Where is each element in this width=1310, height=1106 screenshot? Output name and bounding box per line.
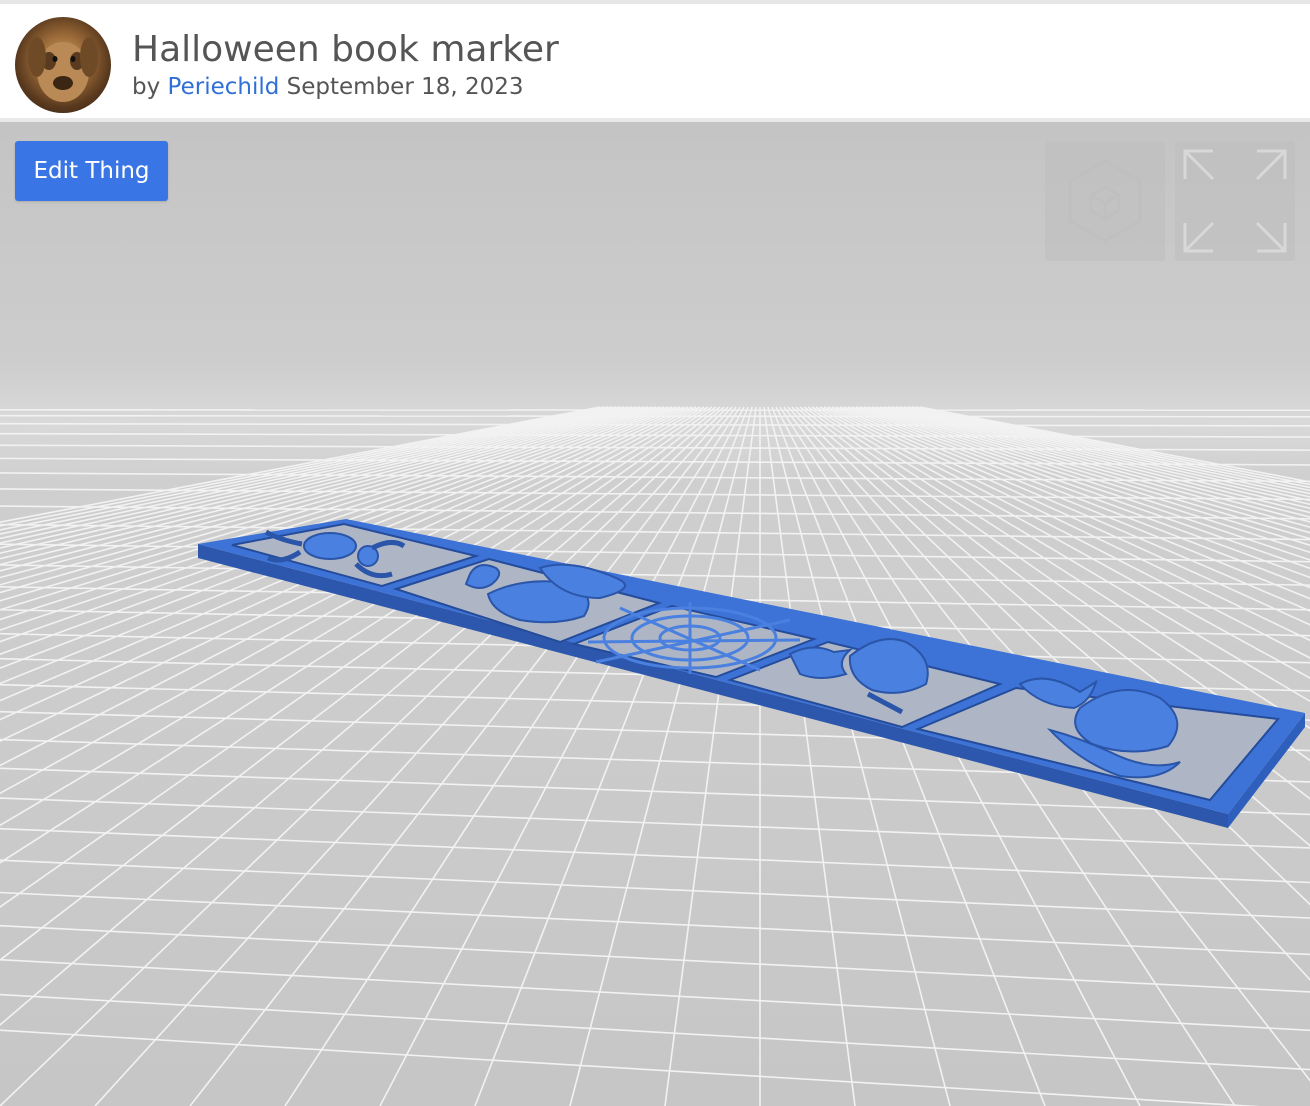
by-prefix: by	[132, 74, 161, 100]
byline: by Periechild September 18, 2023	[132, 72, 524, 102]
fullscreen-button[interactable]	[1175, 141, 1295, 261]
fullscreen-icon	[1183, 149, 1287, 253]
author-link[interactable]: Periechild	[168, 74, 280, 100]
viewer-scene	[0, 406, 1310, 1106]
edit-thing-button[interactable]: Edit Thing	[15, 141, 168, 201]
page: Halloween book marker by Periechild Sept…	[0, 0, 1310, 1106]
publish-date: September 18, 2023	[286, 74, 524, 100]
dog-portrait-icon	[28, 37, 98, 102]
3d-view-button[interactable]	[1045, 141, 1165, 261]
avatar[interactable]	[15, 17, 111, 113]
3d-view-icon	[1068, 159, 1142, 243]
model-viewer[interactable]: Edit Thing	[0, 122, 1310, 1106]
page-title: Halloween book marker	[132, 29, 559, 70]
thing-header: Halloween book marker by Periechild Sept…	[0, 4, 1310, 118]
